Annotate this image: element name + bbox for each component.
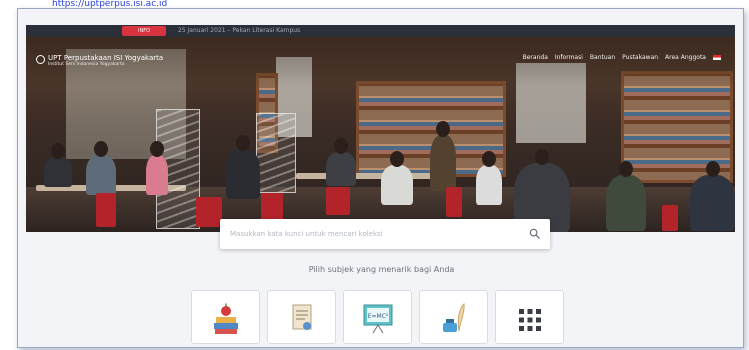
subject-card[interactable]: E=MC² (343, 290, 412, 344)
main-nav: Beranda Informasi Bantuan Pustakawan Are… (523, 54, 721, 61)
site-subtitle: Institut Seni Indonesia Yogyakarta (48, 62, 125, 67)
nav-item-pustakawan[interactable]: Pustakawan (622, 54, 658, 61)
announcement-text[interactable]: 25 Januari 2021 – Pekan Literasi Kampus (178, 25, 300, 37)
announcement-bar: INFO 25 Januari 2021 – Pekan Literasi Ka… (26, 25, 735, 37)
whiteboard-formula-icon: E=MC² (363, 304, 392, 334)
ink-quill-icon (442, 302, 465, 332)
certificate-icon (292, 304, 311, 330)
language-flag-icon[interactable] (713, 55, 721, 60)
grid-dots-icon (518, 309, 541, 331)
nav-item-beranda[interactable]: Beranda (523, 54, 548, 61)
nav-item-bantuan[interactable]: Bantuan (590, 54, 615, 61)
subject-card[interactable] (419, 290, 488, 344)
announcement-badge[interactable]: INFO (122, 26, 166, 36)
books-apple-icon (213, 303, 238, 334)
hero-overlay (26, 37, 735, 232)
nav-item-area-anggota[interactable]: Area Anggota (665, 54, 706, 61)
library-logo-icon (36, 55, 45, 64)
search-icon[interactable] (529, 228, 540, 239)
subject-card[interactable] (191, 290, 260, 344)
browser-frame: INFO 25 Januari 2021 – Pekan Literasi Ka… (17, 8, 744, 348)
search-box (220, 219, 550, 249)
hero-banner: UPT Perpustakaan ISI Yogyakarta Institut… (26, 37, 735, 232)
subjects-heading: Pilih subjek yang menarik bagi Anda (308, 265, 455, 274)
subject-cards: E=MC² (191, 290, 564, 344)
search-input[interactable] (230, 227, 520, 241)
subject-card[interactable] (495, 290, 564, 344)
site-name: UPT Perpustakaan ISI Yogyakarta (48, 54, 164, 62)
nav-item-informasi[interactable]: Informasi (555, 54, 583, 61)
subject-card[interactable] (267, 290, 336, 344)
svg-text:E=MC²: E=MC² (367, 313, 388, 320)
